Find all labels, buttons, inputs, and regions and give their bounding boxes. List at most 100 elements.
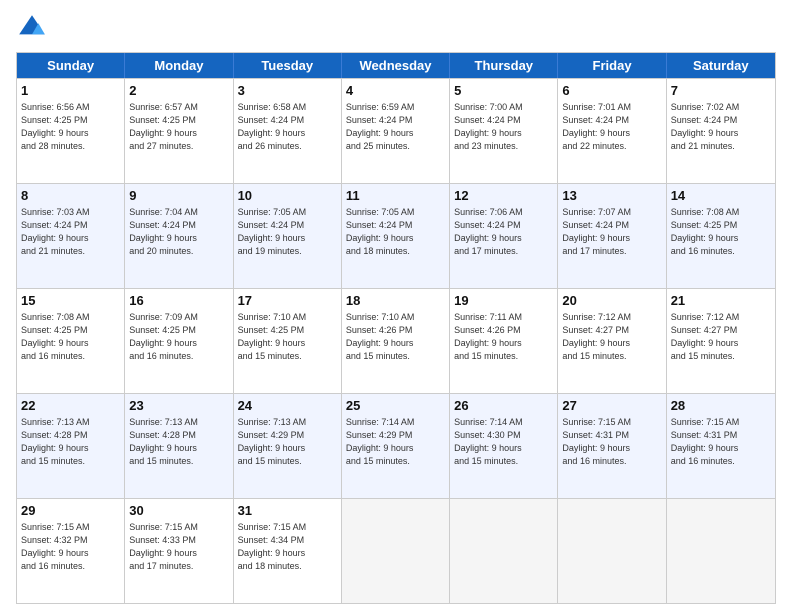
day-number-8: 8 xyxy=(21,187,120,205)
day-number-30: 30 xyxy=(129,502,228,520)
day-number-28: 28 xyxy=(671,397,771,415)
day-number-12: 12 xyxy=(454,187,553,205)
logo-icon xyxy=(16,12,48,44)
day-cell-13: 13Sunrise: 7:07 AM Sunset: 4:24 PM Dayli… xyxy=(558,184,666,288)
day-number-3: 3 xyxy=(238,82,337,100)
day-number-23: 23 xyxy=(129,397,228,415)
day-cell-7: 7Sunrise: 7:02 AM Sunset: 4:24 PM Daylig… xyxy=(667,79,775,183)
header-day-thursday: Thursday xyxy=(450,53,558,78)
day-info-3: Sunrise: 6:58 AM Sunset: 4:24 PM Dayligh… xyxy=(238,101,337,153)
day-number-21: 21 xyxy=(671,292,771,310)
day-info-16: Sunrise: 7:09 AM Sunset: 4:25 PM Dayligh… xyxy=(129,311,228,363)
day-info-26: Sunrise: 7:14 AM Sunset: 4:30 PM Dayligh… xyxy=(454,416,553,468)
day-cell-11: 11Sunrise: 7:05 AM Sunset: 4:24 PM Dayli… xyxy=(342,184,450,288)
day-info-1: Sunrise: 6:56 AM Sunset: 4:25 PM Dayligh… xyxy=(21,101,120,153)
day-cell-14: 14Sunrise: 7:08 AM Sunset: 4:25 PM Dayli… xyxy=(667,184,775,288)
day-info-17: Sunrise: 7:10 AM Sunset: 4:25 PM Dayligh… xyxy=(238,311,337,363)
day-number-2: 2 xyxy=(129,82,228,100)
day-cell-1: 1Sunrise: 6:56 AM Sunset: 4:25 PM Daylig… xyxy=(17,79,125,183)
day-info-14: Sunrise: 7:08 AM Sunset: 4:25 PM Dayligh… xyxy=(671,206,771,258)
day-cell-30: 30Sunrise: 7:15 AM Sunset: 4:33 PM Dayli… xyxy=(125,499,233,603)
day-number-20: 20 xyxy=(562,292,661,310)
day-info-9: Sunrise: 7:04 AM Sunset: 4:24 PM Dayligh… xyxy=(129,206,228,258)
day-cell-10: 10Sunrise: 7:05 AM Sunset: 4:24 PM Dayli… xyxy=(234,184,342,288)
day-info-27: Sunrise: 7:15 AM Sunset: 4:31 PM Dayligh… xyxy=(562,416,661,468)
day-number-16: 16 xyxy=(129,292,228,310)
day-info-28: Sunrise: 7:15 AM Sunset: 4:31 PM Dayligh… xyxy=(671,416,771,468)
header-day-friday: Friday xyxy=(558,53,666,78)
day-cell-17: 17Sunrise: 7:10 AM Sunset: 4:25 PM Dayli… xyxy=(234,289,342,393)
day-info-13: Sunrise: 7:07 AM Sunset: 4:24 PM Dayligh… xyxy=(562,206,661,258)
day-number-25: 25 xyxy=(346,397,445,415)
day-info-8: Sunrise: 7:03 AM Sunset: 4:24 PM Dayligh… xyxy=(21,206,120,258)
day-info-23: Sunrise: 7:13 AM Sunset: 4:28 PM Dayligh… xyxy=(129,416,228,468)
day-info-12: Sunrise: 7:06 AM Sunset: 4:24 PM Dayligh… xyxy=(454,206,553,258)
day-cell-12: 12Sunrise: 7:06 AM Sunset: 4:24 PM Dayli… xyxy=(450,184,558,288)
calendar: SundayMondayTuesdayWednesdayThursdayFrid… xyxy=(16,52,776,604)
logo xyxy=(16,12,52,44)
day-cell-22: 22Sunrise: 7:13 AM Sunset: 4:28 PM Dayli… xyxy=(17,394,125,498)
day-number-18: 18 xyxy=(346,292,445,310)
day-number-26: 26 xyxy=(454,397,553,415)
day-cell-27: 27Sunrise: 7:15 AM Sunset: 4:31 PM Dayli… xyxy=(558,394,666,498)
day-number-31: 31 xyxy=(238,502,337,520)
day-cell-5: 5Sunrise: 7:00 AM Sunset: 4:24 PM Daylig… xyxy=(450,79,558,183)
day-cell-25: 25Sunrise: 7:14 AM Sunset: 4:29 PM Dayli… xyxy=(342,394,450,498)
day-number-13: 13 xyxy=(562,187,661,205)
day-number-7: 7 xyxy=(671,82,771,100)
empty-cell xyxy=(558,499,666,603)
day-number-4: 4 xyxy=(346,82,445,100)
week-row-3: 15Sunrise: 7:08 AM Sunset: 4:25 PM Dayli… xyxy=(17,288,775,393)
day-number-22: 22 xyxy=(21,397,120,415)
header-day-sunday: Sunday xyxy=(17,53,125,78)
day-info-31: Sunrise: 7:15 AM Sunset: 4:34 PM Dayligh… xyxy=(238,521,337,573)
day-info-6: Sunrise: 7:01 AM Sunset: 4:24 PM Dayligh… xyxy=(562,101,661,153)
day-info-21: Sunrise: 7:12 AM Sunset: 4:27 PM Dayligh… xyxy=(671,311,771,363)
header-day-saturday: Saturday xyxy=(667,53,775,78)
day-cell-29: 29Sunrise: 7:15 AM Sunset: 4:32 PM Dayli… xyxy=(17,499,125,603)
day-cell-18: 18Sunrise: 7:10 AM Sunset: 4:26 PM Dayli… xyxy=(342,289,450,393)
week-row-2: 8Sunrise: 7:03 AM Sunset: 4:24 PM Daylig… xyxy=(17,183,775,288)
day-info-18: Sunrise: 7:10 AM Sunset: 4:26 PM Dayligh… xyxy=(346,311,445,363)
day-cell-19: 19Sunrise: 7:11 AM Sunset: 4:26 PM Dayli… xyxy=(450,289,558,393)
day-cell-28: 28Sunrise: 7:15 AM Sunset: 4:31 PM Dayli… xyxy=(667,394,775,498)
day-info-22: Sunrise: 7:13 AM Sunset: 4:28 PM Dayligh… xyxy=(21,416,120,468)
day-info-29: Sunrise: 7:15 AM Sunset: 4:32 PM Dayligh… xyxy=(21,521,120,573)
day-number-15: 15 xyxy=(21,292,120,310)
day-info-24: Sunrise: 7:13 AM Sunset: 4:29 PM Dayligh… xyxy=(238,416,337,468)
empty-cell xyxy=(667,499,775,603)
day-number-24: 24 xyxy=(238,397,337,415)
day-number-1: 1 xyxy=(21,82,120,100)
day-info-7: Sunrise: 7:02 AM Sunset: 4:24 PM Dayligh… xyxy=(671,101,771,153)
calendar-header: SundayMondayTuesdayWednesdayThursdayFrid… xyxy=(17,53,775,78)
day-info-15: Sunrise: 7:08 AM Sunset: 4:25 PM Dayligh… xyxy=(21,311,120,363)
day-number-14: 14 xyxy=(671,187,771,205)
week-row-1: 1Sunrise: 6:56 AM Sunset: 4:25 PM Daylig… xyxy=(17,78,775,183)
calendar-body: 1Sunrise: 6:56 AM Sunset: 4:25 PM Daylig… xyxy=(17,78,775,603)
day-info-2: Sunrise: 6:57 AM Sunset: 4:25 PM Dayligh… xyxy=(129,101,228,153)
day-info-30: Sunrise: 7:15 AM Sunset: 4:33 PM Dayligh… xyxy=(129,521,228,573)
day-number-29: 29 xyxy=(21,502,120,520)
day-info-25: Sunrise: 7:14 AM Sunset: 4:29 PM Dayligh… xyxy=(346,416,445,468)
day-cell-4: 4Sunrise: 6:59 AM Sunset: 4:24 PM Daylig… xyxy=(342,79,450,183)
day-number-9: 9 xyxy=(129,187,228,205)
day-cell-8: 8Sunrise: 7:03 AM Sunset: 4:24 PM Daylig… xyxy=(17,184,125,288)
day-cell-21: 21Sunrise: 7:12 AM Sunset: 4:27 PM Dayli… xyxy=(667,289,775,393)
day-number-11: 11 xyxy=(346,187,445,205)
header-day-monday: Monday xyxy=(125,53,233,78)
week-row-5: 29Sunrise: 7:15 AM Sunset: 4:32 PM Dayli… xyxy=(17,498,775,603)
day-cell-2: 2Sunrise: 6:57 AM Sunset: 4:25 PM Daylig… xyxy=(125,79,233,183)
day-number-6: 6 xyxy=(562,82,661,100)
day-number-27: 27 xyxy=(562,397,661,415)
day-info-20: Sunrise: 7:12 AM Sunset: 4:27 PM Dayligh… xyxy=(562,311,661,363)
week-row-4: 22Sunrise: 7:13 AM Sunset: 4:28 PM Dayli… xyxy=(17,393,775,498)
empty-cell xyxy=(342,499,450,603)
page: SundayMondayTuesdayWednesdayThursdayFrid… xyxy=(0,0,792,612)
day-cell-31: 31Sunrise: 7:15 AM Sunset: 4:34 PM Dayli… xyxy=(234,499,342,603)
day-number-19: 19 xyxy=(454,292,553,310)
empty-cell xyxy=(450,499,558,603)
day-cell-20: 20Sunrise: 7:12 AM Sunset: 4:27 PM Dayli… xyxy=(558,289,666,393)
day-cell-16: 16Sunrise: 7:09 AM Sunset: 4:25 PM Dayli… xyxy=(125,289,233,393)
header-day-wednesday: Wednesday xyxy=(342,53,450,78)
day-info-4: Sunrise: 6:59 AM Sunset: 4:24 PM Dayligh… xyxy=(346,101,445,153)
